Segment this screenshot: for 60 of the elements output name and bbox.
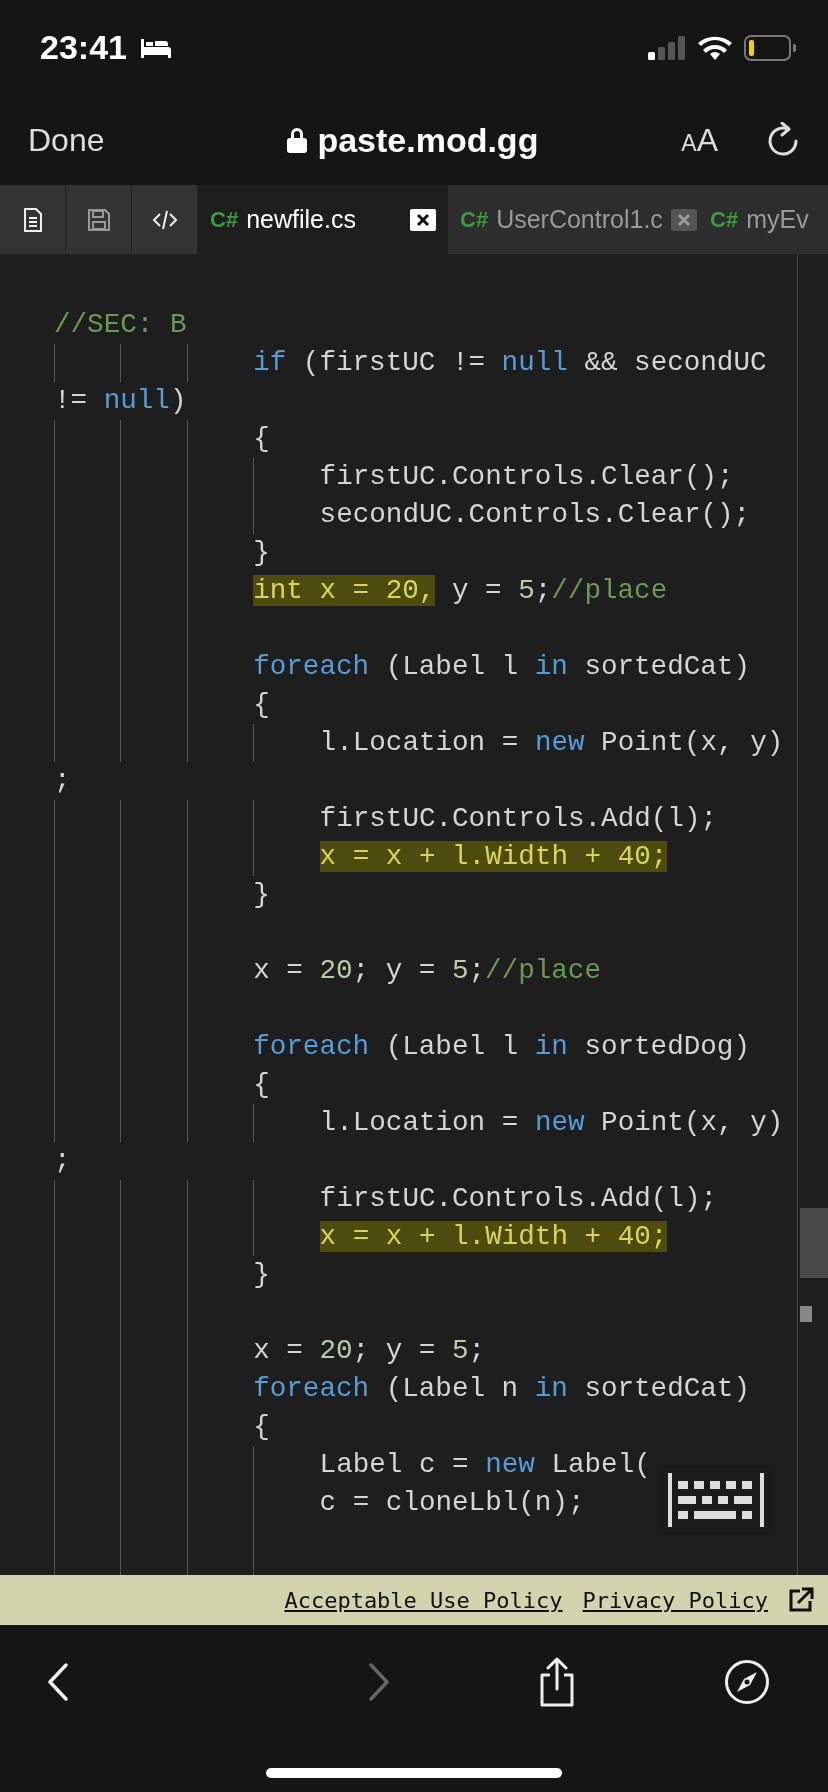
document-icon bbox=[22, 207, 43, 232]
code-line: int x = 20, y = 5;//place bbox=[253, 574, 668, 608]
code-icon bbox=[151, 209, 178, 230]
code-line: l.Location = new Point(x, y) bbox=[319, 726, 784, 760]
scroll-marker bbox=[800, 1306, 812, 1322]
forward-icon[interactable] bbox=[366, 1663, 391, 1701]
code-line: x = 20; y = 5; bbox=[253, 1334, 486, 1368]
csharp-label: C# bbox=[710, 206, 739, 233]
footer-link[interactable]: Acceptable Use Policy bbox=[284, 1587, 563, 1613]
code-line: foreach (Label l in sortedCat) bbox=[253, 650, 750, 684]
reload-icon[interactable] bbox=[766, 122, 800, 158]
code-line: { bbox=[253, 422, 270, 456]
external-link-icon[interactable] bbox=[788, 1587, 814, 1613]
signal-icon bbox=[648, 35, 686, 60]
done-button[interactable]: Done bbox=[28, 121, 105, 159]
code-line: } bbox=[253, 1258, 270, 1292]
code-line: Label c = new Label( bbox=[319, 1448, 651, 1482]
code-line: firstUC.Controls.Clear(); bbox=[319, 460, 734, 494]
scrollbar-thumb[interactable] bbox=[800, 1208, 828, 1278]
code-line: { bbox=[253, 1068, 270, 1102]
tab-title: myEv bbox=[746, 205, 809, 234]
status-time: 23:41 bbox=[40, 28, 127, 67]
code-line: c = cloneLbl(n); bbox=[319, 1486, 585, 1520]
code-line: x = 20; y = 5;//place bbox=[253, 954, 601, 988]
close-icon[interactable] bbox=[410, 208, 436, 231]
wifi-icon bbox=[698, 35, 732, 60]
file-button[interactable] bbox=[0, 185, 66, 254]
csharp-label: C# bbox=[210, 206, 239, 233]
lock-icon bbox=[287, 127, 308, 153]
csharp-label: C# bbox=[460, 206, 489, 233]
code-line: ; bbox=[54, 764, 71, 798]
code-line: { bbox=[253, 1410, 270, 1444]
text-size-button[interactable]: AA bbox=[681, 121, 718, 159]
code-line: } bbox=[253, 536, 270, 570]
code-line: firstUC.Controls.Add(l); bbox=[319, 1182, 717, 1216]
code-line: l.Location = new Point(x, y) bbox=[319, 1106, 784, 1140]
compass-icon[interactable] bbox=[723, 1659, 770, 1705]
code-line: secondUC.Controls.Clear(); bbox=[319, 498, 751, 532]
back-icon[interactable] bbox=[46, 1663, 70, 1701]
code-line: foreach (Label l in sortedDog) bbox=[253, 1030, 750, 1064]
code-view-button[interactable] bbox=[132, 185, 198, 254]
tab-title: newfile.cs bbox=[246, 205, 357, 234]
file-tab[interactable]: C# newfile.cs bbox=[198, 185, 448, 254]
code-line: firstUC.Controls.Add(l); bbox=[319, 802, 717, 836]
bed-icon bbox=[138, 36, 173, 59]
code-line: != null) bbox=[54, 384, 187, 418]
code-line: foreach (Label n in sortedCat) bbox=[253, 1372, 750, 1406]
code-line: //SEC: B bbox=[54, 308, 187, 342]
code-line: x = x + l.Width + 40; bbox=[319, 1220, 668, 1254]
footer-link[interactable]: Privacy Policy bbox=[582, 1587, 768, 1613]
code-line: if (firstUC != null && secondUC bbox=[253, 346, 767, 380]
tab-title: UserControl1.c bbox=[496, 205, 663, 234]
code-line: } bbox=[253, 878, 270, 912]
save-icon bbox=[87, 208, 110, 231]
url-text[interactable]: paste.mod.gg bbox=[317, 120, 539, 160]
battery-icon bbox=[744, 34, 796, 61]
code-line: ; bbox=[54, 1144, 71, 1178]
save-button[interactable] bbox=[66, 185, 132, 254]
code-line: x = x + l.Width + 40; bbox=[319, 840, 668, 874]
code-line: { bbox=[253, 688, 270, 722]
